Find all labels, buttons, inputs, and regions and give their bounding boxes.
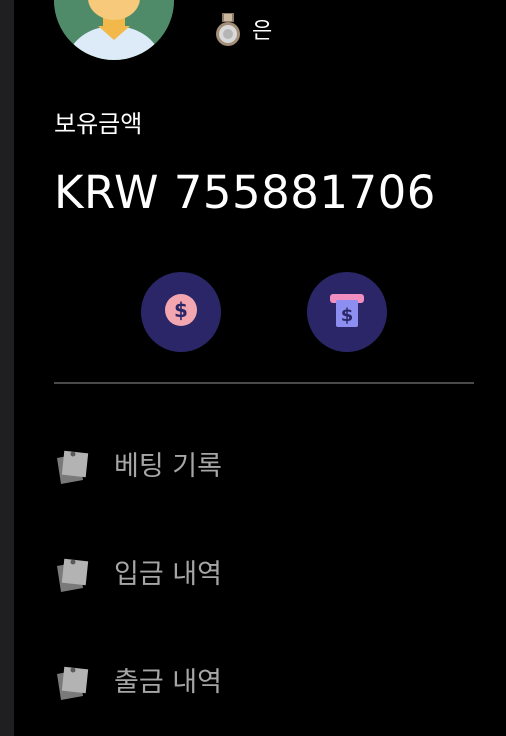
- atm-cash-icon: $: [329, 291, 365, 333]
- notes-icon: [52, 553, 94, 595]
- svg-text:$: $: [341, 305, 354, 326]
- balance-amount: KRW 755881706: [54, 166, 436, 219]
- notes-icon: [52, 445, 94, 487]
- balance-label: 보유금액: [54, 110, 143, 138]
- menu-item-withdrawal-history[interactable]: 출금 내역: [52, 660, 222, 704]
- notes-icon: [52, 661, 94, 703]
- silver-medal-icon: [214, 13, 242, 51]
- rank-badge: 은: [214, 13, 273, 51]
- deposit-button[interactable]: $: [141, 272, 221, 352]
- menu-item-deposit-history[interactable]: 입금 내역: [52, 552, 222, 596]
- menu-item-label: 입금 내역: [114, 558, 222, 590]
- menu-item-betting-history[interactable]: 베팅 기록: [52, 444, 222, 488]
- svg-text:$: $: [174, 298, 188, 322]
- side-menu-panel: 은 보유금액 KRW 755881706 $ $ 베팅 기록 입금 내역 출금 …: [0, 0, 506, 736]
- section-divider: [54, 382, 474, 384]
- panel-edge: [0, 0, 14, 736]
- menu-item-label: 출금 내역: [114, 666, 222, 698]
- avatar[interactable]: [54, 0, 174, 60]
- withdraw-button[interactable]: $: [307, 272, 387, 352]
- dollar-coin-icon: $: [164, 293, 198, 331]
- menu-item-label: 베팅 기록: [114, 450, 222, 482]
- rank-label: 은: [252, 19, 273, 44]
